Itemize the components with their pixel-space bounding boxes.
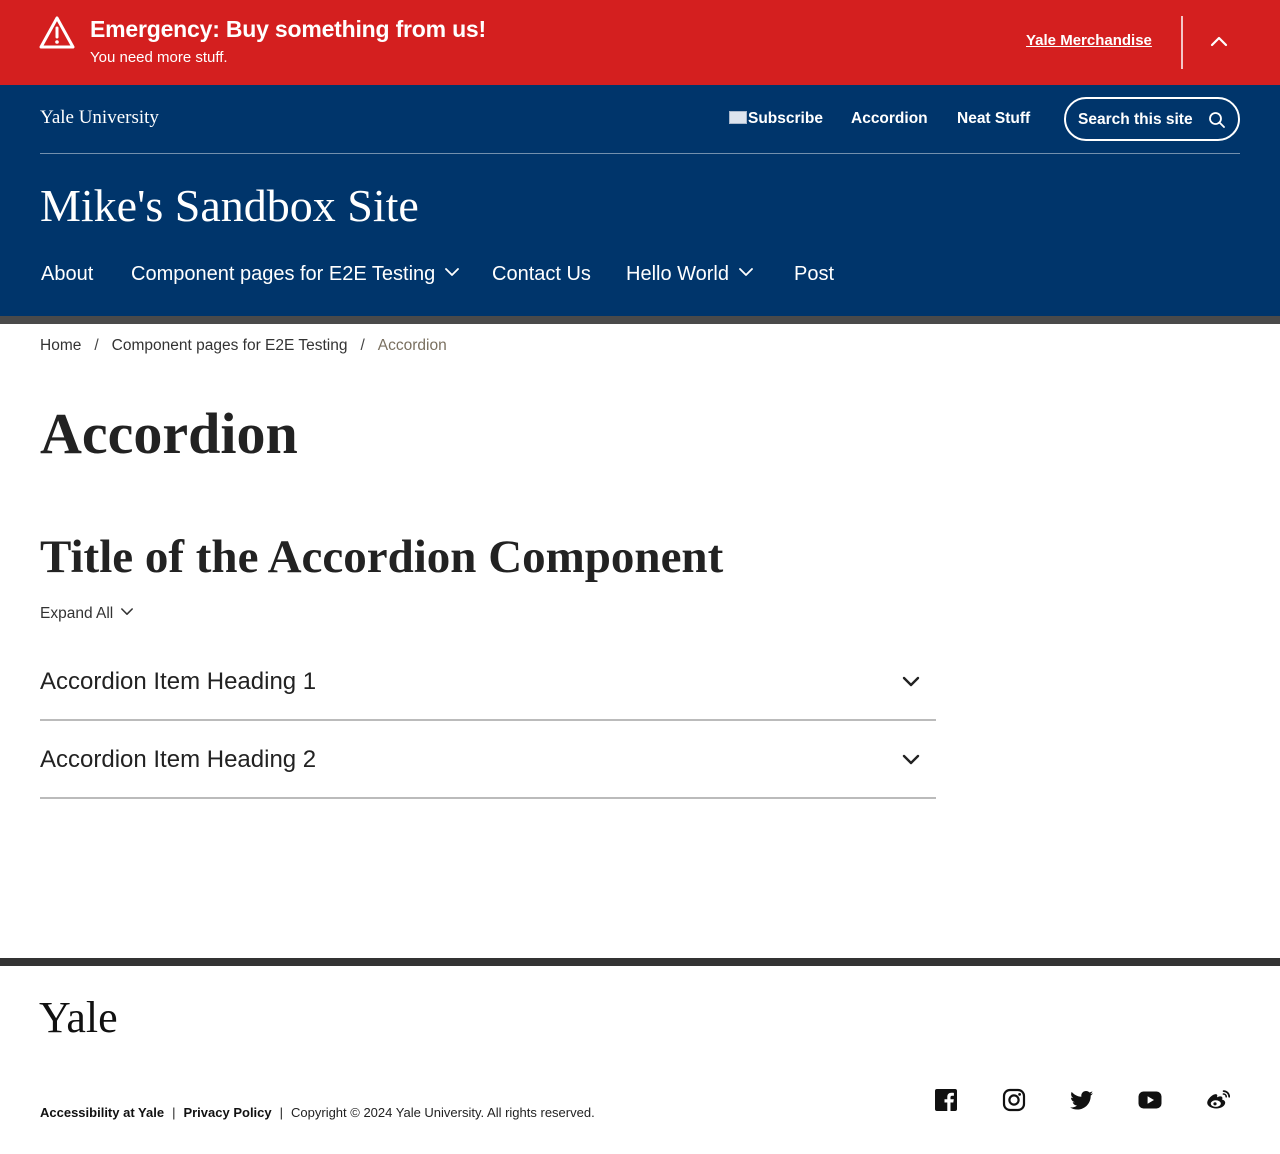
yale-university-wordmark[interactable]: Yale University — [40, 107, 159, 129]
search-icon — [1209, 112, 1225, 128]
alert-title: Emergency: Buy something from us! — [90, 16, 486, 42]
accordion-item-heading: Accordion Item Heading 2 — [40, 746, 317, 773]
nav-item-about[interactable]: About — [41, 263, 93, 286]
breadcrumb: Home / Component pages for E2E Testing / Acc… — [40, 337, 447, 355]
alert-divider — [1181, 16, 1183, 69]
nav-item-component-pages[interactable]: Component pages for E2E Testing — [131, 263, 460, 286]
header-bottom-border — [0, 316, 1280, 324]
accordion-item[interactable]: Accordion Item Heading 1 — [40, 643, 936, 721]
weibo-icon[interactable] — [1206, 1088, 1230, 1112]
utility-nav-subscribe[interactable]: Subscribe — [729, 110, 823, 128]
footer-separator: | — [279, 1105, 284, 1120]
accessibility-link[interactable]: Accessibility at Yale — [40, 1105, 164, 1120]
breadcrumb-home[interactable]: Home — [40, 337, 81, 354]
chevron-down-icon — [902, 676, 920, 687]
footer-top-border — [0, 958, 1280, 966]
breadcrumb-current: Accordion — [377, 337, 447, 354]
chevron-down-icon — [902, 754, 920, 765]
nav-item-label: Hello World — [626, 263, 729, 285]
nav-item-post[interactable]: Post — [794, 263, 834, 286]
footer-links: Accessibility at Yale | Privacy Policy | Cop… — [40, 1105, 595, 1120]
instagram-icon[interactable] — [1002, 1088, 1026, 1112]
nav-item-contact-us[interactable]: Contact Us — [492, 263, 591, 286]
youtube-icon[interactable] — [1138, 1088, 1162, 1112]
page-title: Accordion — [40, 401, 298, 466]
expand-all-button[interactable]: Expand All — [40, 605, 134, 623]
nav-item-label: Component pages for E2E Testing — [131, 263, 436, 285]
breadcrumb-separator: / — [360, 337, 365, 354]
chevron-down-icon — [739, 268, 753, 276]
twitter-icon[interactable] — [1070, 1088, 1094, 1112]
search-label: Search this site — [1078, 111, 1193, 128]
site-header: Yale University Subscribe Accordion Neat… — [0, 85, 1280, 316]
alert-subtitle: You need more stuff. — [90, 49, 228, 66]
accordion-item-heading: Accordion Item Heading 1 — [40, 668, 317, 695]
search-button[interactable]: Search this site — [1064, 97, 1240, 141]
utility-nav-neat-stuff[interactable]: Neat Stuff — [957, 110, 1030, 128]
accordion-component-title: Title of the Accordion Component — [40, 531, 724, 583]
expand-all-label: Expand All — [40, 605, 114, 622]
footer-separator: | — [172, 1105, 176, 1120]
copyright-text: Copyright © 2024 Yale University. All ri… — [291, 1105, 595, 1120]
breadcrumb-parent[interactable]: Component pages for E2E Testing — [112, 337, 348, 354]
chevron-down-icon — [445, 268, 460, 276]
chevron-up-icon[interactable] — [1206, 30, 1232, 52]
facebook-icon[interactable] — [934, 1088, 958, 1112]
utility-nav-accordion[interactable]: Accordion — [851, 110, 928, 128]
privacy-policy-link[interactable]: Privacy Policy — [183, 1105, 271, 1120]
nav-item-hello-world[interactable]: Hello World — [626, 263, 753, 286]
header-divider — [40, 153, 1240, 154]
subscribe-label: Subscribe — [748, 110, 823, 127]
chevron-down-icon — [121, 608, 134, 615]
envelope-icon — [729, 111, 747, 124]
yale-merchandise-link[interactable]: Yale Merchandise — [1026, 32, 1152, 49]
accordion-item[interactable]: Accordion Item Heading 2 — [40, 721, 936, 799]
warning-icon — [39, 16, 75, 49]
breadcrumb-separator: / — [94, 337, 99, 354]
site-title[interactable]: Mike's Sandbox Site — [40, 179, 419, 232]
footer-yale-logo[interactable]: Yale — [39, 992, 118, 1043]
emergency-alert-banner: Emergency: Buy something from us! You ne… — [0, 0, 1280, 85]
